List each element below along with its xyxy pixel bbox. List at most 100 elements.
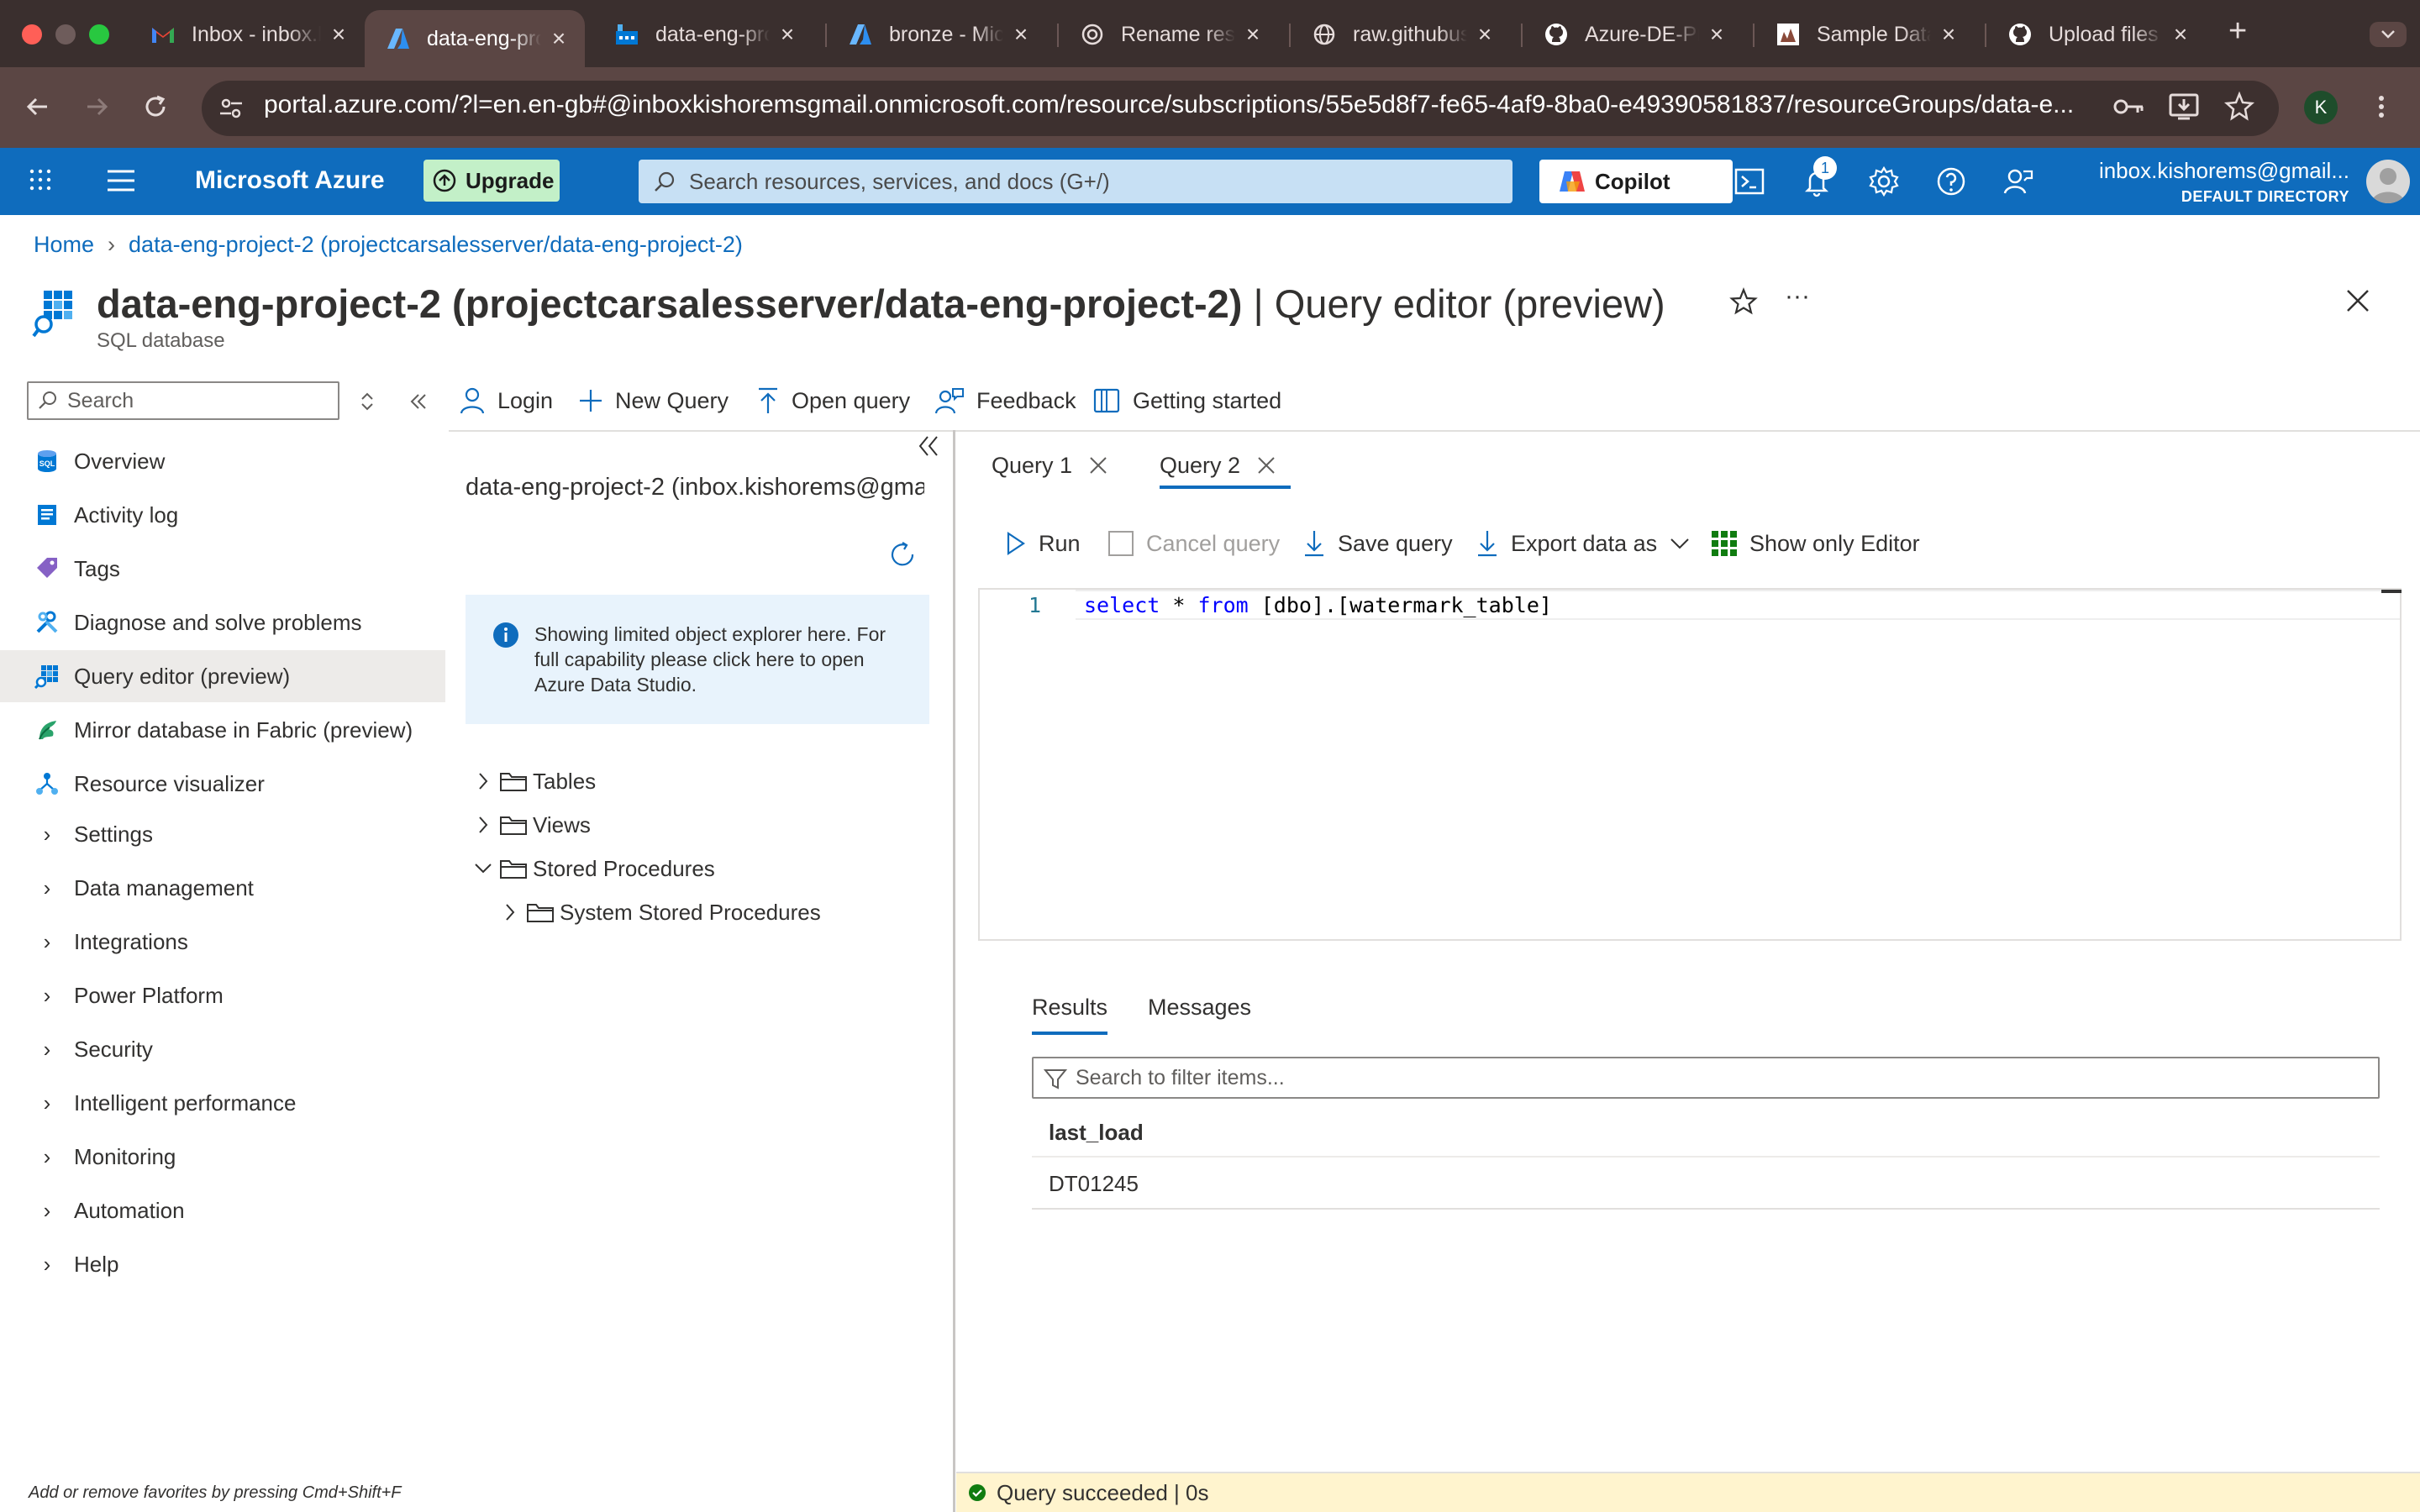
getting-started-button[interactable]: Getting started xyxy=(1092,381,1281,420)
browser-tab[interactable]: Azure-DE-Project × xyxy=(1523,10,1743,59)
profile-avatar[interactable]: K xyxy=(2304,91,2338,124)
user-avatar[interactable] xyxy=(2366,160,2410,203)
forward-icon[interactable] xyxy=(82,92,111,121)
nav-item-overview[interactable]: SQL Overview xyxy=(0,435,445,487)
tree-node-stored-procedures[interactable]: Stored Procedures xyxy=(471,852,715,885)
browser-tab[interactable]: Inbox - inbox.kishorems@gmail.com × xyxy=(129,10,365,59)
browser-tab-active[interactable]: data-eng-project-2 × xyxy=(365,10,585,67)
tab-query-1[interactable]: Query 1 xyxy=(992,447,1107,484)
nav-item-query-editor[interactable]: Query editor (preview) xyxy=(0,650,445,702)
tree-node-tables[interactable]: Tables xyxy=(471,764,596,798)
nav-item-resource-visualizer[interactable]: Resource visualizer xyxy=(0,758,445,810)
cloud-shell-icon[interactable] xyxy=(1733,165,1766,198)
nav-item-diagnose[interactable]: Diagnose and solve problems xyxy=(0,596,445,648)
close-tab-icon[interactable]: × xyxy=(1474,21,1496,48)
breadcrumb-home[interactable]: Home xyxy=(34,232,94,257)
nav-group-security[interactable]: › Security xyxy=(0,1023,445,1075)
nav-group-monitoring[interactable]: › Monitoring xyxy=(0,1131,445,1183)
open-query-button[interactable]: Open query xyxy=(756,381,910,420)
show-only-editor-button[interactable]: Show only Editor xyxy=(1711,526,1920,561)
pane-splitter[interactable] xyxy=(953,430,955,1512)
browser-tab[interactable]: Upload files × xyxy=(1986,10,2207,59)
settings-gear-icon[interactable] xyxy=(1867,165,1901,198)
nav-item-activity-log[interactable]: Activity log xyxy=(0,489,445,541)
window-minimize-button[interactable] xyxy=(55,24,76,45)
feedback-button[interactable]: Feedback xyxy=(934,381,1076,420)
browser-menu-icon[interactable] xyxy=(2373,92,2390,121)
breadcrumb-resource[interactable]: data-eng-project-2 (projectcarsalesserve… xyxy=(129,232,743,257)
url-text[interactable]: portal.azure.com/?l=en.en-gb#@inboxkisho… xyxy=(264,91,2096,119)
nav-group-intelligent-performance[interactable]: › Intelligent performance xyxy=(0,1077,445,1129)
feedback-icon[interactable] xyxy=(2002,165,2035,198)
tab-messages[interactable]: Messages xyxy=(1148,995,1251,1021)
close-tab-icon[interactable]: × xyxy=(548,25,570,52)
nav-group-settings[interactable]: › Settings xyxy=(0,808,445,860)
refresh-icon[interactable] xyxy=(887,539,918,570)
close-icon[interactable] xyxy=(1257,456,1276,475)
upgrade-button[interactable]: Upgrade xyxy=(424,160,560,202)
nav-search-input[interactable]: Search xyxy=(27,381,339,420)
back-icon[interactable] xyxy=(24,92,52,121)
sql-editor[interactable] xyxy=(978,588,2402,941)
site-settings-icon[interactable] xyxy=(217,94,245,123)
tab-results[interactable]: Results xyxy=(1032,995,1107,1021)
results-cell[interactable]: DT01245 xyxy=(1049,1171,1139,1197)
close-tab-icon[interactable]: × xyxy=(1938,21,1960,48)
nav-item-mirror-fabric[interactable]: Mirror database in Fabric (preview) xyxy=(0,704,445,756)
browser-tab[interactable]: data-eng-project-2 × xyxy=(593,10,813,59)
close-blade-icon[interactable] xyxy=(2344,287,2371,314)
tab-search-icon[interactable] xyxy=(2370,22,2407,47)
app-launcher-icon[interactable] xyxy=(27,166,54,193)
install-app-icon[interactable] xyxy=(2168,91,2200,123)
nav-group-help[interactable]: › Help xyxy=(0,1238,445,1290)
close-tab-icon[interactable]: × xyxy=(328,21,350,48)
window-close-button[interactable] xyxy=(22,24,42,45)
nav-group-data-management[interactable]: › Data management xyxy=(0,862,445,914)
close-tab-icon[interactable]: × xyxy=(2170,21,2191,48)
copilot-button[interactable]: Copilot xyxy=(1539,160,1733,203)
browser-tab[interactable]: Sample Data × xyxy=(1754,10,1975,59)
nav-item-tags[interactable]: Tags xyxy=(0,543,445,595)
account-email[interactable]: inbox.kishorems@gmail... xyxy=(2082,158,2349,184)
nav-group-power-platform[interactable]: › Power Platform xyxy=(0,969,445,1021)
sort-updown-icon[interactable] xyxy=(358,390,376,413)
favorite-star-icon[interactable] xyxy=(1729,287,1758,316)
tree-node-views[interactable]: Views xyxy=(471,808,591,842)
browser-tab[interactable]: bronze - Microsoft Azure × xyxy=(827,10,1047,59)
login-button[interactable]: Login xyxy=(459,381,553,420)
portal-menu-icon[interactable] xyxy=(106,168,136,193)
collapse-nav-icon[interactable] xyxy=(407,390,430,413)
help-icon[interactable] xyxy=(1934,165,1968,198)
more-options-button[interactable]: ··· xyxy=(1785,282,1810,311)
password-key-icon[interactable] xyxy=(2112,92,2146,121)
nav-group-integrations[interactable]: › Integrations xyxy=(0,916,445,968)
collapse-explorer-icon[interactable] xyxy=(916,433,941,459)
results-filter-input[interactable]: Search to filter items... xyxy=(1032,1057,2380,1099)
new-tab-button[interactable]: + xyxy=(2228,13,2247,50)
cancel-query-button[interactable]: Cancel query xyxy=(1107,526,1280,561)
export-data-dropdown[interactable]: Export data as xyxy=(1476,526,1691,561)
tab-query-2[interactable]: Query 2 xyxy=(1160,447,1276,484)
close-icon[interactable] xyxy=(1089,456,1107,475)
editor-scrollbar[interactable] xyxy=(2381,590,2402,593)
results-row[interactable]: DT01245 xyxy=(1032,1159,2380,1210)
azure-brand[interactable]: Microsoft Azure xyxy=(195,166,385,195)
save-query-button[interactable]: Save query xyxy=(1302,526,1453,561)
global-search-input[interactable]: Search resources, services, and docs (G+… xyxy=(639,160,1512,203)
reload-icon[interactable] xyxy=(141,92,170,121)
sql-code-line[interactable]: select * from [dbo].[watermark_table] xyxy=(1084,593,1552,617)
new-query-button[interactable]: New Query xyxy=(578,381,729,420)
run-button[interactable]: Run xyxy=(1005,526,1081,561)
tree-node-system-stored-procedures[interactable]: System Stored Procedures xyxy=(497,895,821,929)
bookmark-star-icon[interactable] xyxy=(2223,91,2255,123)
close-tab-icon[interactable]: × xyxy=(1010,21,1032,48)
browser-tab[interactable]: raw.githubusercontent.com × xyxy=(1291,10,1511,59)
close-tab-icon[interactable]: × xyxy=(776,21,798,48)
nav-group-automation[interactable]: › Automation xyxy=(0,1184,445,1236)
window-zoom-button[interactable] xyxy=(89,24,109,45)
close-tab-icon[interactable]: × xyxy=(1706,21,1728,48)
info-message[interactable]: Showing limited object explorer here. Fo… xyxy=(466,595,929,724)
results-column-header[interactable]: last_load xyxy=(1032,1109,2380,1158)
close-tab-icon[interactable]: × xyxy=(1242,21,1264,48)
browser-tab[interactable]: Rename resource × xyxy=(1059,10,1279,59)
